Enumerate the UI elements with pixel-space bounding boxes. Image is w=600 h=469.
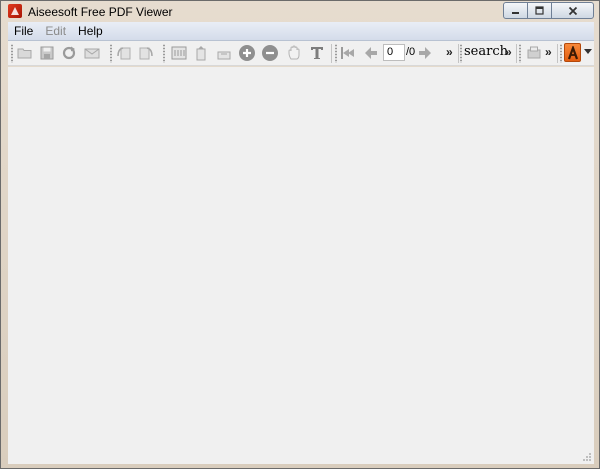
menu-edit[interactable]: Edit [39,24,72,38]
hand-tool-icon [288,45,300,60]
rotate-left-button[interactable] [115,44,133,62]
close-icon [568,6,577,15]
page-total: /0 [406,46,416,58]
zoom-in-button[interactable] [238,44,256,62]
search-button[interactable]: search [464,44,508,59]
prev-page-icon [365,47,377,59]
open-button[interactable] [16,44,34,62]
next-page-button[interactable] [416,44,434,62]
reload-icon [62,46,76,60]
toolbar-grip[interactable] [163,44,165,63]
toolbar-overflow-button[interactable]: » [446,45,453,59]
email-icon [84,48,100,58]
text-select-button[interactable] [308,44,326,62]
aiseesoft-logo-icon [567,45,578,59]
rotate-right-icon [139,47,153,60]
menu-bar: File Edit Help [8,22,594,41]
minimize-button[interactable] [503,2,528,19]
page-number-input[interactable]: 0 [383,44,405,61]
fit-width-icon [196,46,206,61]
zoom-in-icon [239,45,255,61]
app-window: Aiseesoft Free PDF Viewer File Edit Help [0,0,600,469]
first-page-icon [341,47,354,59]
print-icon [527,46,541,59]
open-icon [17,48,32,59]
email-button[interactable] [83,44,101,62]
maximize-button[interactable] [527,2,552,19]
maximize-icon [535,6,544,15]
zoom-out-icon [262,45,278,61]
next-page-icon [419,47,431,59]
reload-button[interactable] [60,44,78,62]
save-icon [40,46,54,60]
search-overflow-button[interactable]: » [505,45,512,59]
close-button[interactable] [551,2,594,19]
toolbar-grip[interactable] [560,44,562,63]
window-controls [503,2,594,19]
toolbar-separator [516,44,517,63]
document-view[interactable] [8,67,594,464]
text-select-icon [311,47,323,59]
app-icon [8,4,22,18]
fit-page-button[interactable] [170,44,188,62]
window-title: Aiseesoft Free PDF Viewer [28,5,173,19]
toolbar-grip[interactable] [11,44,13,63]
hand-tool-button[interactable] [285,44,303,62]
resize-grip-icon[interactable] [582,452,592,462]
toolbar: 0 /0 » search » » [8,41,594,66]
actual-size-icon [217,51,231,60]
rotate-right-button[interactable] [137,44,155,62]
menu-help[interactable]: Help [72,24,109,38]
toolbar-separator [458,44,459,63]
save-button[interactable] [38,44,56,62]
first-page-button[interactable] [339,44,357,62]
print-button[interactable] [525,44,543,62]
fit-page-icon [171,46,187,60]
toolbar-separator [331,44,332,63]
toolbar-separator [557,44,558,63]
dropdown-arrow-icon[interactable] [584,49,592,55]
actual-size-button[interactable] [215,44,233,62]
minimize-icon [512,12,519,14]
toolbar-grip[interactable] [460,44,462,63]
fit-width-button[interactable] [192,44,210,62]
aiseesoft-button[interactable] [564,43,581,62]
prev-page-button[interactable] [362,44,380,62]
rotate-left-icon [117,47,131,60]
menu-file[interactable]: File [8,24,39,38]
print-overflow-button[interactable]: » [545,45,552,59]
toolbar-grip[interactable] [110,44,112,63]
toolbar-grip[interactable] [335,44,337,63]
title-bar[interactable]: Aiseesoft Free PDF Viewer [1,1,599,22]
zoom-out-button[interactable] [261,44,279,62]
toolbar-grip[interactable] [519,44,521,63]
